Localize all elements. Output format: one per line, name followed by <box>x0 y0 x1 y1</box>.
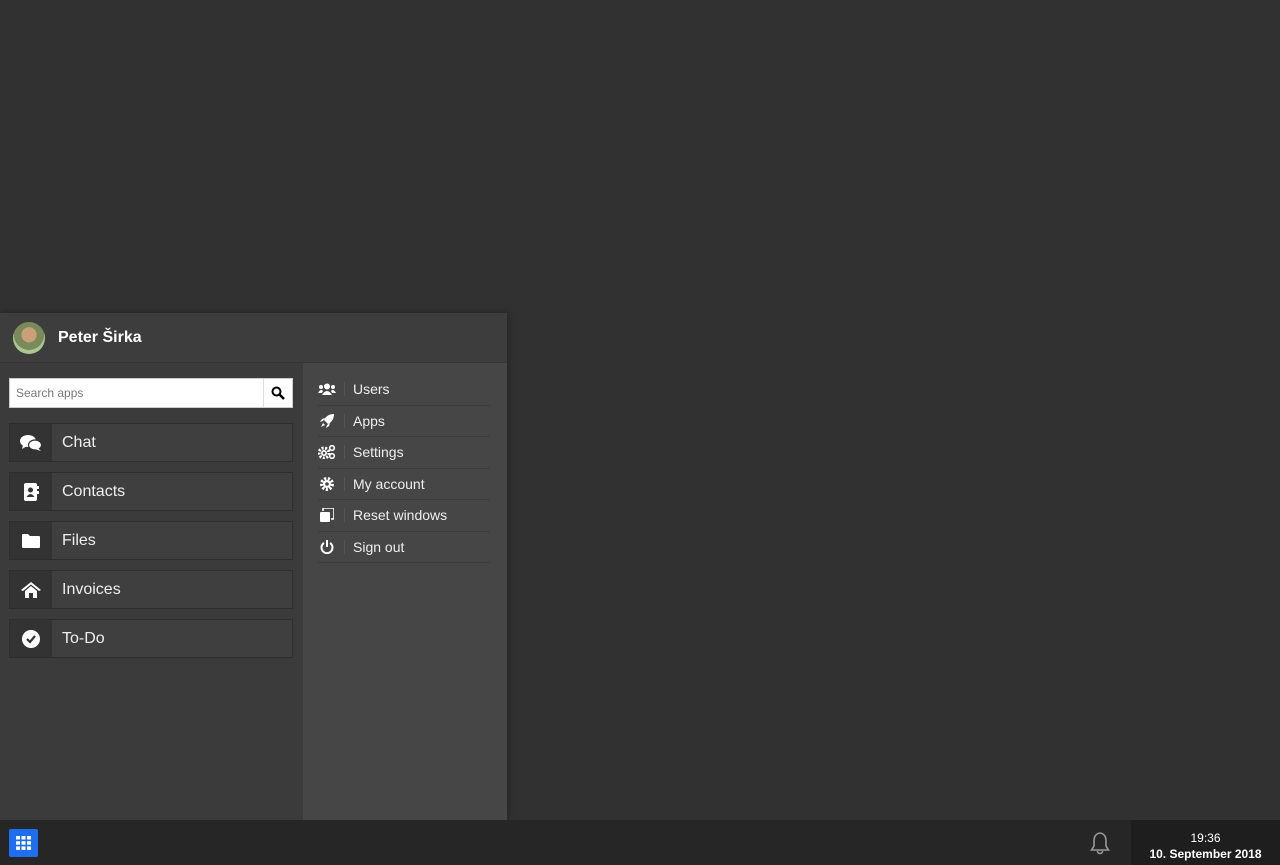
home-icon <box>10 571 52 608</box>
search-input[interactable] <box>10 379 263 407</box>
search-icon <box>271 386 285 400</box>
date: 10. September 2018 <box>1149 847 1262 861</box>
menu-label: My account <box>353 475 425 492</box>
menu-label: Reset windows <box>353 507 448 524</box>
taskbar: 19:36 10. September 2018 <box>0 820 1280 865</box>
app-label: Contacts <box>62 482 126 500</box>
app-todo[interactable]: To-Do <box>9 619 293 658</box>
app-label: Invoices <box>62 580 121 598</box>
avatar <box>13 321 45 354</box>
grid-icon <box>16 836 31 850</box>
windows-icon <box>318 508 336 523</box>
divider <box>344 413 345 428</box>
rocket-icon <box>318 413 336 428</box>
search-button[interactable] <box>263 379 292 407</box>
divider <box>344 445 345 460</box>
app-invoices[interactable]: Invoices <box>9 570 293 609</box>
time: 19:36 <box>1190 831 1221 845</box>
start-button[interactable] <box>9 829 38 857</box>
app-contacts[interactable]: Contacts <box>9 472 293 511</box>
comments-icon <box>10 424 52 461</box>
clock[interactable]: 19:36 10. September 2018 <box>1131 820 1280 865</box>
menu-label: Sign out <box>353 538 405 555</box>
notifications-button[interactable] <box>1088 831 1112 860</box>
menu-item-users[interactable]: Users <box>318 374 490 406</box>
folder-icon <box>10 522 52 559</box>
search-box <box>9 378 293 408</box>
cogs-icon <box>318 445 336 460</box>
menu-item-my-account[interactable]: My account <box>318 469 490 500</box>
menu-label: Apps <box>353 412 385 429</box>
app-files[interactable]: Files <box>9 521 293 560</box>
user-header: Peter Širka <box>0 313 507 363</box>
divider <box>344 508 345 523</box>
menu-item-apps[interactable]: Apps <box>318 406 490 437</box>
system-menu: Users Apps Settings My account Reset win… <box>303 363 507 820</box>
menu-item-reset-windows[interactable]: Reset windows <box>318 500 490 532</box>
menu-item-settings[interactable]: Settings <box>318 437 490 469</box>
divider <box>344 476 345 491</box>
divider <box>344 539 345 554</box>
menu-label: Users <box>353 381 390 398</box>
bell-icon <box>1090 832 1110 855</box>
menu-label: Settings <box>353 444 404 461</box>
apps-column: Chat Contacts Files Invoices To-Do <box>0 363 303 820</box>
users-icon <box>318 383 336 396</box>
start-menu: Peter Širka Chat Contacts Files Invoices… <box>0 313 507 820</box>
app-label: To-Do <box>62 629 105 647</box>
check-circle-icon <box>10 620 52 657</box>
app-chat[interactable]: Chat <box>9 423 293 462</box>
app-label: Chat <box>62 433 96 451</box>
menu-item-sign-out[interactable]: Sign out <box>318 532 490 563</box>
divider <box>344 382 345 397</box>
address-book-icon <box>10 473 52 510</box>
app-label: Files <box>62 531 96 549</box>
user-name: Peter Širka <box>58 328 142 346</box>
power-icon <box>318 539 336 554</box>
cog-icon <box>318 476 336 491</box>
